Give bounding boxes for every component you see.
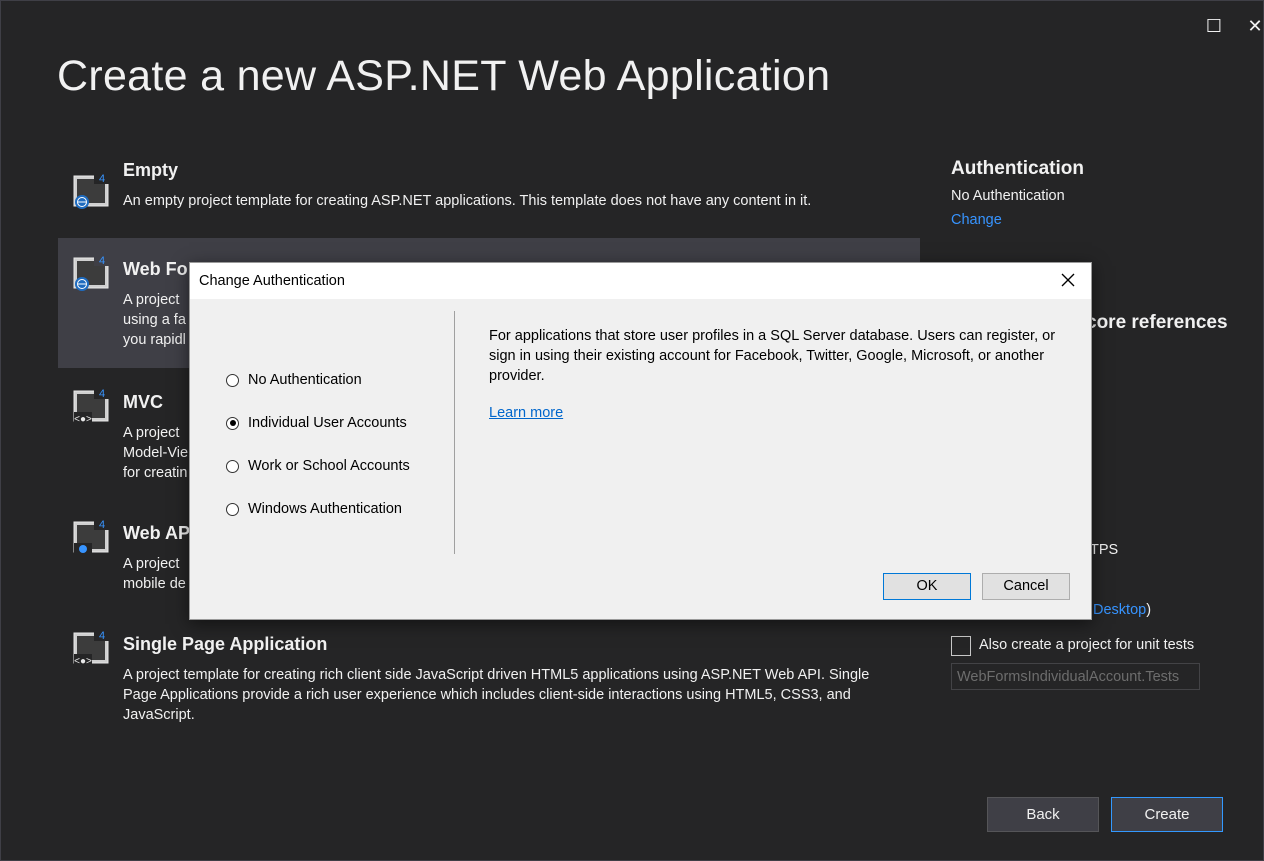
radio-individual-user-accounts[interactable]: Individual User Accounts: [226, 413, 407, 433]
dialog-title: Change Authentication: [199, 273, 345, 289]
web-api-icon: 4: [73, 518, 110, 555]
maximize-button[interactable]: ☐: [1199, 12, 1229, 40]
test-project-name-field[interactable]: [951, 663, 1200, 690]
desktop-link-row: Desktop): [1093, 602, 1151, 618]
radio-label: No Authentication: [248, 372, 362, 388]
desktop-paren: ): [1146, 602, 1152, 618]
radio-work-or-school-accounts[interactable]: Work or School Accounts: [226, 456, 410, 476]
radio-button[interactable]: [226, 373, 239, 387]
close-window-button[interactable]: ✕: [1240, 12, 1264, 40]
close-icon[interactable]: [1057, 269, 1079, 291]
svg-text:4: 4: [99, 388, 105, 400]
svg-text:4: 4: [99, 630, 105, 642]
authentication-heading: Authentication: [951, 158, 1084, 179]
template-empty[interactable]: 4 Empty An empty project template for cr…: [58, 160, 920, 230]
template-spa[interactable]: 4 <●> Single Page Application A project …: [58, 623, 920, 733]
template-description: An empty project template for creating A…: [123, 193, 812, 209]
template-name: Single Page Application: [123, 634, 328, 654]
https-label: TPS: [1090, 542, 1119, 558]
page-title: Create a new ASP.NET Web Application: [57, 52, 831, 100]
desktop-link[interactable]: Desktop: [1093, 602, 1146, 618]
radio-no-authentication[interactable]: No Authentication: [226, 370, 362, 390]
mvc-icon: 4 <●>: [73, 387, 110, 425]
svg-text:4: 4: [99, 519, 105, 531]
change-authentication-dialog: Change Authentication No Authentication …: [189, 262, 1092, 620]
svg-text:4: 4: [99, 255, 105, 267]
radio-label: Individual User Accounts: [248, 415, 407, 431]
web-forms-icon: 4: [73, 254, 110, 291]
svg-text:<●>: <●>: [74, 414, 92, 425]
template-name: Empty: [123, 160, 179, 180]
back-button[interactable]: Back: [987, 797, 1099, 832]
svg-text:4: 4: [99, 173, 105, 185]
authentication-description: For applications that store user profile…: [489, 328, 1056, 384]
dialog-titlebar: Change Authentication: [190, 263, 1091, 299]
radio-label: Windows Authentication: [248, 501, 402, 517]
template-description: A project template for creating rich cli…: [123, 667, 870, 723]
radio-windows-authentication[interactable]: Windows Authentication: [226, 499, 402, 519]
divider: [454, 311, 455, 554]
unit-tests-checkbox[interactable]: [951, 636, 971, 656]
svg-text:<●>: <●>: [74, 656, 92, 667]
unit-tests-label: Also create a project for unit tests: [979, 637, 1195, 653]
radio-button[interactable]: [226, 502, 239, 516]
core-references-heading: core references: [1086, 312, 1228, 333]
radio-label: Work or School Accounts: [248, 458, 410, 474]
radio-button[interactable]: [226, 459, 239, 473]
ok-button[interactable]: OK: [883, 573, 971, 600]
change-authentication-link[interactable]: Change: [951, 212, 1002, 228]
authentication-value: No Authentication: [951, 188, 1065, 204]
radio-button-selected[interactable]: [226, 416, 239, 430]
cancel-button[interactable]: Cancel: [982, 573, 1070, 600]
create-button[interactable]: Create: [1111, 797, 1223, 832]
learn-more-link[interactable]: Learn more: [489, 405, 563, 421]
spa-icon: 4 <●>: [73, 629, 110, 667]
web-forms-icon: 4: [73, 172, 110, 209]
